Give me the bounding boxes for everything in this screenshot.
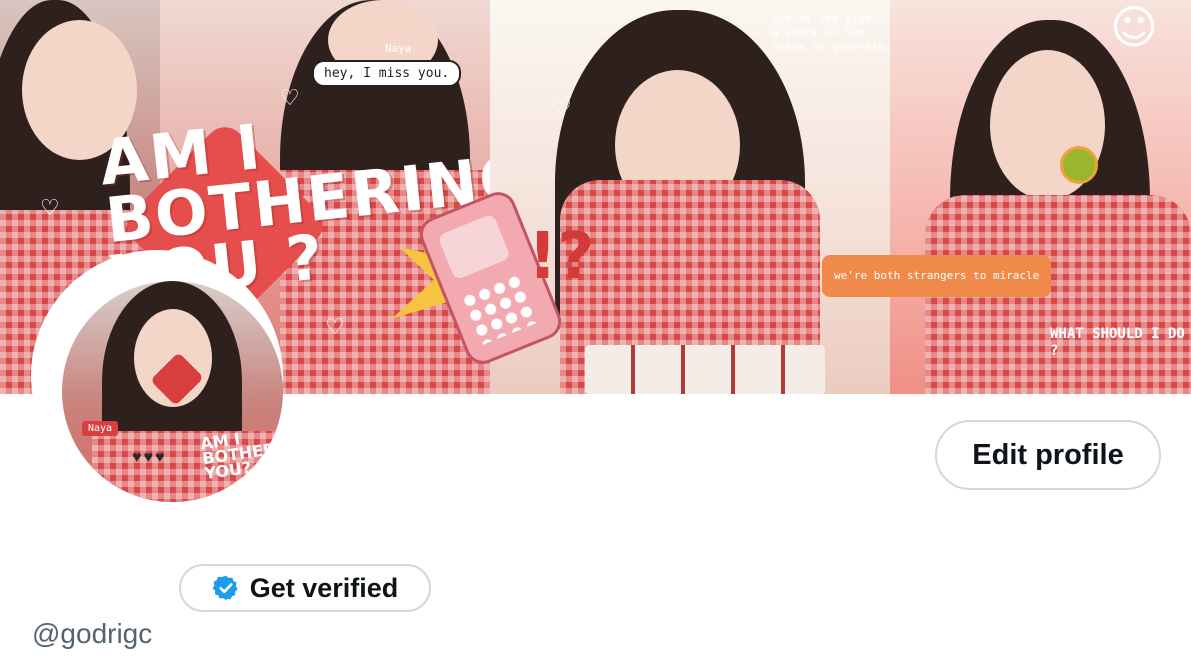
name-tag: Naya — [385, 42, 412, 55]
heart-outline-icon: ♡ — [280, 86, 300, 111]
get-verified-button[interactable]: Get verified — [179, 564, 431, 612]
banner-panel-4: ☺ WHAT SHOULD I DO ? — [890, 0, 1191, 394]
speech-bubble: hey, I miss you. — [312, 60, 462, 87]
profile-avatar[interactable]: AM I BOTHERING YOU? Naya ♥♥♥ — [62, 281, 283, 502]
product-boxes — [585, 345, 825, 394]
heart-outline-icon: ♡ — [552, 96, 572, 121]
banner-top-note: out of the blue, a spark or two seems to… — [772, 12, 885, 53]
avatar-name-tag: Naya — [82, 421, 119, 436]
exclaim-question-icon: !? — [528, 220, 595, 294]
edit-profile-button[interactable]: Edit profile — [935, 420, 1161, 490]
get-verified-label: Get verified — [249, 572, 399, 603]
banner-sticker: we're both strangers to miracle — [822, 255, 1052, 297]
heart-outline-icon: ♡ — [40, 196, 60, 221]
banner-bottom-note: WHAT SHOULD I DO ? — [1050, 326, 1185, 359]
user-handle: @godrigc — [32, 618, 153, 649]
verified-badge-icon — [212, 575, 238, 601]
smiley-icon: ☺ — [1110, 0, 1158, 54]
flip-phone-screen — [437, 213, 511, 281]
kiwi-fruit — [1060, 146, 1098, 184]
heart-outline-icon: ♡ — [325, 315, 345, 340]
avatar-hearts: ♥♥♥ — [132, 449, 167, 466]
